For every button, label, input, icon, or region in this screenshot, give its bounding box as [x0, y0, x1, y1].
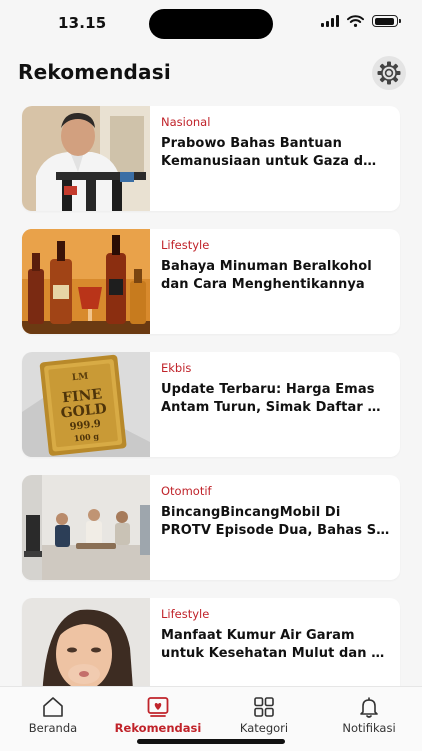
tab-beranda[interactable]: Beranda — [3, 695, 103, 735]
status-time: 13.15 — [58, 14, 107, 32]
article-category: Ekbis — [161, 361, 192, 375]
article-title: Manfaat Kumur Air Garam untuk Kesehatan … — [161, 628, 385, 661]
status-bar: 13.15 — [0, 0, 422, 46]
article-category: Lifestyle — [161, 607, 210, 621]
talk-show-image — [22, 475, 150, 580]
liquor-bottles-image — [22, 229, 150, 334]
tab-notifikasi[interactable]: Notifikasi — [319, 695, 419, 735]
dynamic-island — [149, 9, 273, 39]
gear-icon — [377, 61, 401, 85]
page-header: Rekomendasi — [0, 52, 422, 94]
page-title: Rekomendasi — [18, 60, 171, 84]
article-card[interactable]: Lifestyle Bahaya Minuman Beralkohol dan … — [22, 229, 400, 334]
wifi-icon — [347, 15, 364, 27]
article-card[interactable]: LM FINE GOLD 999.9 100 g Ekbis Update Te… — [22, 352, 400, 457]
gold-bar-brand: LM — [72, 372, 89, 384]
tab-label: Rekomendasi — [114, 721, 202, 735]
article-category: Lifestyle — [161, 238, 210, 252]
article-thumbnail — [22, 106, 150, 211]
bottom-tab-bar: Beranda Rekomendasi Kategori Notifikasi — [0, 686, 422, 751]
recommendation-feed: Nasional Prabowo Bahas Bantuan Kemanusia… — [22, 106, 400, 721]
gold-bar-image: LM FINE GOLD 999.9 100 g — [22, 352, 150, 457]
article-category: Nasional — [161, 115, 211, 129]
tab-label: Kategori — [239, 721, 289, 735]
article-title: Bahaya Minuman Beralkohol dan Cara Mengh… — [161, 259, 372, 292]
article-category: Otomotif — [161, 484, 212, 498]
settings-button[interactable] — [372, 56, 406, 90]
grid-icon — [254, 697, 274, 717]
tab-kategori[interactable]: Kategori — [214, 695, 314, 735]
article-thumbnail: LM FINE GOLD 999.9 100 g — [22, 352, 150, 457]
article-title: BincangBincangMobil Di PROTV Episode Dua… — [161, 505, 390, 538]
article-thumbnail — [22, 475, 150, 580]
press-conference-image — [22, 106, 150, 211]
article-title: Prabowo Bahas Bantuan Kemanusiaan untuk … — [161, 136, 377, 169]
home-indicator[interactable] — [137, 739, 285, 744]
battery-icon — [372, 15, 401, 27]
article-thumbnail — [22, 229, 150, 334]
status-icons — [321, 15, 401, 27]
recommendation-icon — [147, 697, 169, 717]
tab-rekomendasi[interactable]: Rekomendasi — [108, 695, 208, 735]
tab-label: Notifikasi — [342, 721, 396, 735]
article-card[interactable]: Otomotif BincangBincangMobil Di PROTV Ep… — [22, 475, 400, 580]
tab-label: Beranda — [28, 721, 78, 735]
bell-icon — [360, 697, 378, 718]
home-icon — [43, 697, 63, 717]
article-title: Update Terbaru: Harga Emas Antam Turun, … — [161, 382, 381, 415]
signal-icon — [321, 15, 339, 27]
article-card[interactable]: Nasional Prabowo Bahas Bantuan Kemanusia… — [22, 106, 400, 211]
